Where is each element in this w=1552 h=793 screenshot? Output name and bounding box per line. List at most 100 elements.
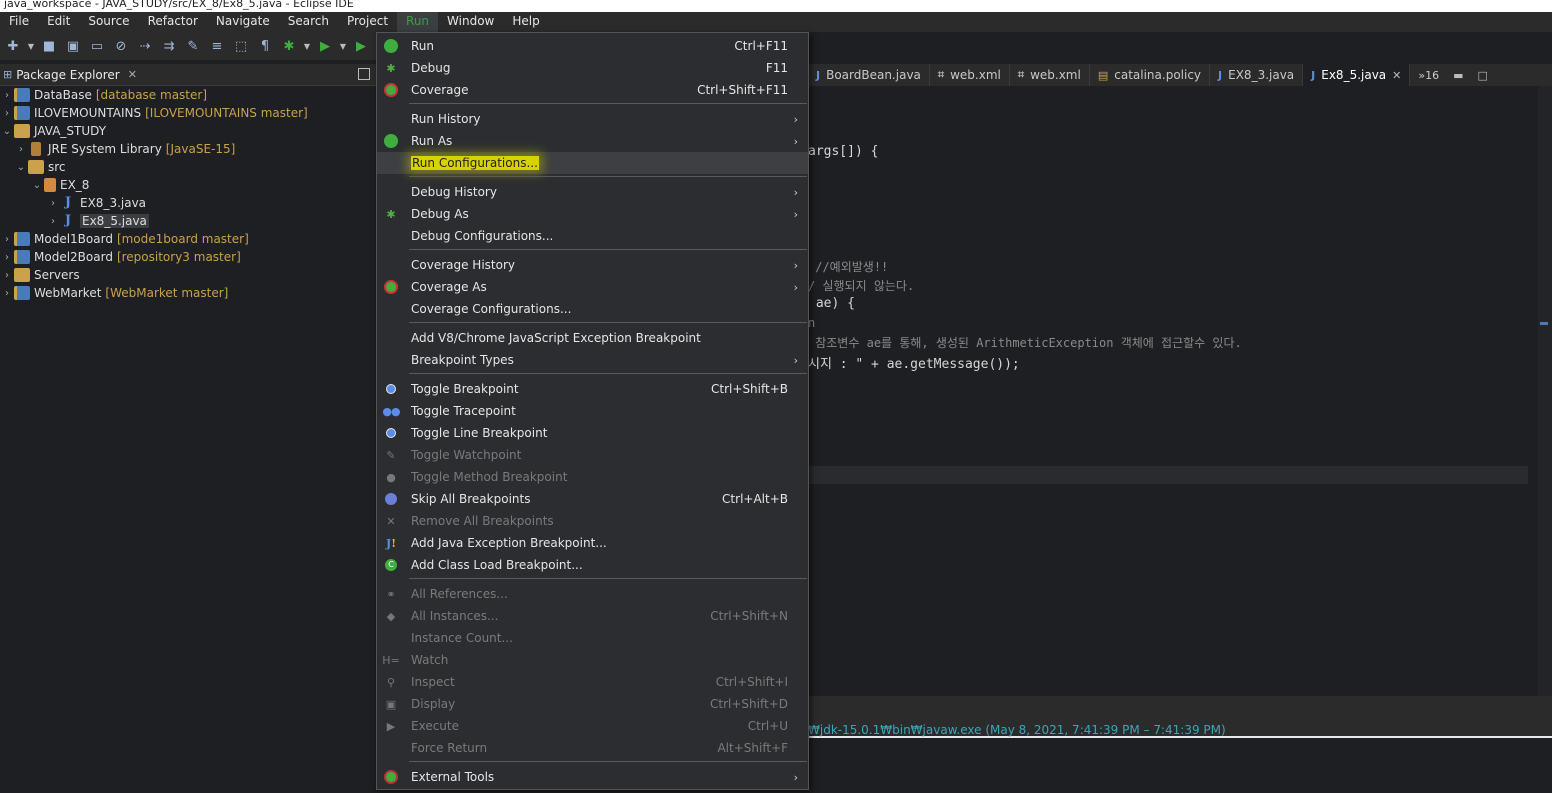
chevron-right-icon[interactable]: › <box>0 108 14 119</box>
menu-item-toggle-line-breakpoint[interactable]: Toggle Line Breakpoint <box>377 422 808 444</box>
tree-item[interactable]: › ILOVEMOUNTAINS [ILOVEMOUNTAINS master] <box>0 104 308 122</box>
menu-item-run-configurations[interactable]: Run Configurations... <box>377 152 808 174</box>
menu-item-add-v8-breakpoint[interactable]: Add V8/Chrome JavaScript Exception Break… <box>377 327 808 349</box>
menu-item-force-return[interactable]: Force Return Alt+Shift+F <box>377 737 808 759</box>
run-menu-dropdown: Run Ctrl+F11 ✱ Debug F11 Coverage Ctrl+S… <box>376 32 809 790</box>
chevron-right-icon[interactable]: › <box>14 144 28 155</box>
menu-item-toggle-watchpoint[interactable]: ✎ Toggle Watchpoint <box>377 444 808 466</box>
menu-item-all-instances[interactable]: ◆ All Instances... Ctrl+Shift+N <box>377 605 808 627</box>
menu-item-run[interactable]: Run Ctrl+F11 <box>377 35 808 57</box>
menu-item-watch[interactable]: H= Watch <box>377 649 808 671</box>
tree-item[interactable]: ⌄ EX_8 <box>30 176 89 194</box>
tree-item-selected[interactable]: › J Ex8_5.java <box>46 212 149 230</box>
save-icon[interactable]: ■ <box>38 35 60 57</box>
step-into-icon[interactable]: ⇢ <box>134 35 156 57</box>
minimize-icon[interactable]: ▬ <box>1453 69 1463 82</box>
more-tabs-button[interactable]: »16 <box>1418 69 1439 82</box>
tab-ex8-5-java[interactable]: J Ex8_5.java ✕ <box>1303 64 1411 86</box>
chevron-right-icon[interactable]: › <box>46 216 60 227</box>
menu-refactor[interactable]: Refactor <box>139 12 207 32</box>
tree-item[interactable]: › WebMarket [WebMarket master] <box>0 284 228 302</box>
chevron-down-icon[interactable]: ▼ <box>302 35 312 57</box>
menu-navigate[interactable]: Navigate <box>207 12 279 32</box>
menu-search[interactable]: Search <box>279 12 338 32</box>
menu-window[interactable]: Window <box>438 12 503 32</box>
terminal-icon[interactable]: ▭ <box>86 35 108 57</box>
package-explorer-title[interactable]: Package Explorer <box>16 68 120 82</box>
maximize-icon[interactable]: □ <box>1478 69 1488 82</box>
chevron-down-icon[interactable]: ⌄ <box>14 162 28 173</box>
menu-item-debug[interactable]: ✱ Debug F11 <box>377 57 808 79</box>
menu-item-coverage-history[interactable]: Coverage History › <box>377 254 808 276</box>
menu-item-debug-history[interactable]: Debug History › <box>377 181 808 203</box>
chevron-down-icon[interactable]: ⌄ <box>30 180 44 191</box>
menu-item-toggle-method-breakpoint[interactable]: ● Toggle Method Breakpoint <box>377 466 808 488</box>
menu-item-skip-all-breakpoints[interactable]: Skip All Breakpoints Ctrl+Alt+B <box>377 488 808 510</box>
debug-icon[interactable]: ✱ <box>278 35 300 57</box>
whitespace-icon[interactable]: ¶ <box>254 35 276 57</box>
block-selection-icon[interactable]: ⬚ <box>230 35 252 57</box>
tree-item[interactable]: › Model1Board [mode1board master] <box>0 230 249 248</box>
save-all-icon[interactable]: ▣ <box>62 35 84 57</box>
tree-item[interactable]: › J EX8_3.java <box>46 194 146 212</box>
code-editor[interactable]: args[]) { //예외발생!! / 실행되지 않는다. ae) { n 참… <box>808 86 1552 696</box>
menu-item-debug-configurations[interactable]: Debug Configurations... <box>377 225 808 247</box>
chevron-down-icon[interactable]: ⌄ <box>0 126 14 137</box>
word-wrap-icon[interactable]: ≡ <box>206 35 228 57</box>
chevron-down-icon[interactable]: ▼ <box>338 35 348 57</box>
tree-item[interactable]: ⌄ JAVA_STUDY <box>0 122 106 140</box>
menu-item-display[interactable]: ▣ Display Ctrl+Shift+D <box>377 693 808 715</box>
chevron-right-icon[interactable]: › <box>46 198 60 209</box>
menu-source[interactable]: Source <box>79 12 138 32</box>
menu-help[interactable]: Help <box>503 12 548 32</box>
menu-item-coverage-configurations[interactable]: Coverage Configurations... <box>377 298 808 320</box>
menu-item-toggle-tracepoint[interactable]: ●● Toggle Tracepoint <box>377 400 808 422</box>
collapse-all-icon[interactable] <box>358 68 370 80</box>
editor-scrollbar[interactable] <box>1538 86 1552 696</box>
menu-item-instance-count[interactable]: Instance Count... <box>377 627 808 649</box>
menu-item-coverage[interactable]: Coverage Ctrl+Shift+F11 <box>377 79 808 101</box>
chevron-down-icon[interactable]: ▼ <box>26 35 36 57</box>
run-icon[interactable]: ▶ <box>314 35 336 57</box>
menu-file[interactable]: File <box>0 12 38 32</box>
tab-web-xml[interactable]: ⌗ web.xml <box>930 64 1010 86</box>
close-icon[interactable]: ✕ <box>128 68 137 81</box>
step-over-icon[interactable]: ⇉ <box>158 35 180 57</box>
chevron-right-icon[interactable]: › <box>0 288 14 299</box>
menu-item-coverage-as[interactable]: Coverage As › <box>377 276 808 298</box>
menu-item-run-as[interactable]: Run As › <box>377 130 808 152</box>
tree-item[interactable]: ⌄ src <box>14 158 66 176</box>
skip-breakpoints-icon[interactable]: ⊘ <box>110 35 132 57</box>
tab-boardbean-java[interactable]: J BoardBean.java <box>808 64 930 86</box>
tab-catalina-policy[interactable]: ▤ catalina.policy <box>1090 64 1211 86</box>
chevron-right-icon[interactable]: › <box>0 234 14 245</box>
menu-edit[interactable]: Edit <box>38 12 79 32</box>
close-icon[interactable]: ✕ <box>1392 69 1401 82</box>
menu-project[interactable]: Project <box>338 12 397 32</box>
chevron-right-icon[interactable]: › <box>0 90 14 101</box>
menu-item-external-tools[interactable]: External Tools › <box>377 766 808 788</box>
menu-item-inspect[interactable]: ⚲ Inspect Ctrl+Shift+I <box>377 671 808 693</box>
menu-item-add-java-exception-breakpoint[interactable]: J! Add Java Exception Breakpoint... <box>377 532 808 554</box>
new-icon[interactable]: ✚ <box>2 35 24 57</box>
overview-marker[interactable] <box>1540 322 1548 325</box>
tab-web-xml-2[interactable]: ⌗ web.xml <box>1010 64 1090 86</box>
coverage-icon[interactable]: ▶ <box>350 35 372 57</box>
chevron-right-icon[interactable]: › <box>0 252 14 263</box>
tree-item[interactable]: › JRE System Library [JavaSE-15] <box>14 140 235 158</box>
menu-item-debug-as[interactable]: ✱ Debug As › <box>377 203 808 225</box>
chevron-right-icon[interactable]: › <box>0 270 14 281</box>
tree-item[interactable]: › DataBase [database master] <box>0 86 207 104</box>
menu-item-all-references[interactable]: ⚭ All References... <box>377 583 808 605</box>
menu-item-breakpoint-types[interactable]: Breakpoint Types › <box>377 349 808 371</box>
menu-item-toggle-breakpoint[interactable]: Toggle Breakpoint Ctrl+Shift+B <box>377 378 808 400</box>
highlight-icon[interactable]: ✎ <box>182 35 204 57</box>
tree-item[interactable]: › Servers <box>0 266 80 284</box>
menu-item-run-history[interactable]: Run History › <box>377 108 808 130</box>
menu-item-remove-all-breakpoints[interactable]: ✕ Remove All Breakpoints <box>377 510 808 532</box>
menu-item-execute[interactable]: ▶ Execute Ctrl+U <box>377 715 808 737</box>
menu-item-add-class-load-breakpoint[interactable]: C Add Class Load Breakpoint... <box>377 554 808 576</box>
menu-run[interactable]: Run <box>397 12 439 32</box>
tree-item[interactable]: › Model2Board [repository3 master] <box>0 248 241 266</box>
tab-ex8-3-java[interactable]: J EX8_3.java <box>1210 64 1304 86</box>
